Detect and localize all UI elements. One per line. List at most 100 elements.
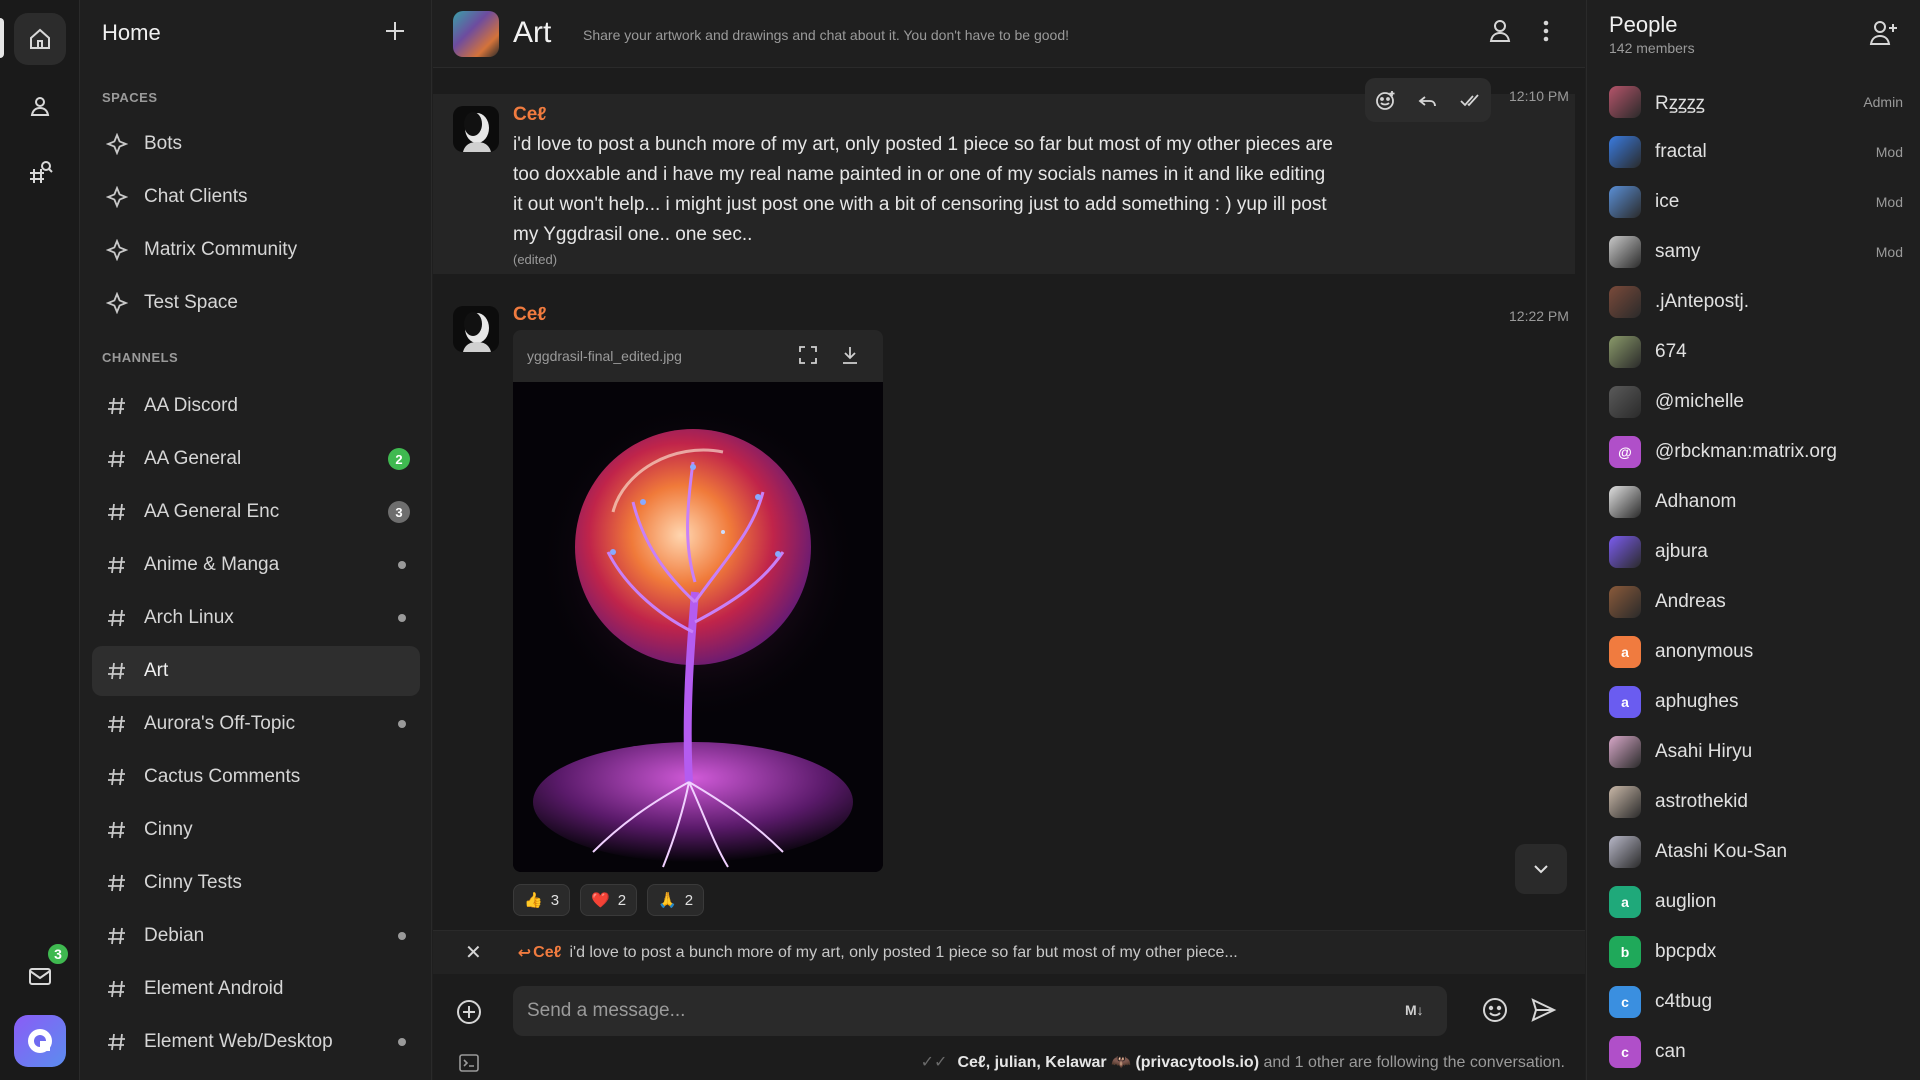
sender-avatar[interactable]	[453, 306, 499, 352]
channel-item[interactable]: Anime & Manga	[92, 540, 420, 590]
reaction-count: 3	[550, 891, 560, 909]
channel-item[interactable]: Cactus Comments	[92, 752, 420, 802]
member-name: astrothekid	[1655, 791, 1748, 812]
member-item[interactable]: b bpcpdx	[1609, 932, 1909, 972]
channel-item[interactable]: Element Android	[92, 964, 420, 1014]
space-item-label: Bots	[144, 133, 183, 154]
attachment-image[interactable]	[513, 382, 883, 872]
channel-item[interactable]: Aurora's Off-Topic	[92, 699, 420, 749]
member-item[interactable]: Asahi Hiryu	[1609, 732, 1909, 772]
member-item[interactable]: Atashi Kou-San	[1609, 832, 1909, 872]
reaction-heart[interactable]: ❤️ 2	[580, 884, 638, 916]
member-avatar: @	[1609, 436, 1641, 468]
message-sender[interactable]: Ceℓ	[513, 304, 547, 326]
member-item[interactable]: samy Mod	[1609, 232, 1909, 272]
hash-icon	[108, 1033, 125, 1051]
member-name: c4tbug	[1655, 991, 1713, 1012]
emoji-picker-button[interactable]	[1481, 996, 1509, 1024]
member-item[interactable]: astrothekid	[1609, 782, 1909, 822]
vertical-dots-icon	[1543, 20, 1549, 42]
member-item[interactable]: a aphughes	[1609, 682, 1909, 722]
space-item[interactable]: Chat Clients	[92, 172, 420, 222]
room-avatar[interactable]	[453, 11, 499, 57]
channel-item[interactable]: Art	[92, 646, 420, 696]
view-fullscreen-button[interactable]	[797, 344, 819, 366]
member-item[interactable]: fractal Mod	[1609, 132, 1909, 172]
room-options-button[interactable]	[1533, 18, 1559, 44]
space-item-label: Test Space	[144, 292, 238, 313]
hash-icon	[108, 556, 125, 574]
space-item[interactable]: Test Space	[92, 278, 420, 328]
space-icon	[106, 186, 128, 208]
member-name: @rbckman:matrix.org	[1655, 441, 1837, 462]
member-role: Admin	[1863, 94, 1903, 110]
channel-item[interactable]: Arch Linux	[92, 593, 420, 643]
member-item[interactable]: Adhanom	[1609, 482, 1909, 522]
user-menu-button[interactable]	[14, 1015, 66, 1067]
cinny-logo-icon	[28, 1029, 52, 1053]
jump-to-latest-button[interactable]	[1515, 844, 1567, 894]
channel-item-label: AA General	[144, 448, 242, 469]
reply-icon: ↩	[517, 944, 532, 962]
markdown-icon[interactable]: M↓	[1405, 1002, 1424, 1018]
hash-icon	[108, 450, 125, 468]
read-receipts-button[interactable]	[1459, 89, 1481, 111]
space-item[interactable]: Bots	[92, 119, 420, 169]
channel-item[interactable]: Debian	[92, 911, 420, 961]
channel-item[interactable]: AA Discord	[92, 381, 420, 431]
member-item[interactable]: @ @rbckman:matrix.org	[1609, 432, 1909, 472]
member-item[interactable]: c c4tbug	[1609, 982, 1909, 1022]
message-body: i'd love to post a bunch more of my art,…	[513, 134, 1333, 245]
hash-search-icon	[30, 161, 53, 183]
channel-item[interactable]: AA General 2	[92, 434, 420, 484]
hash-icon	[108, 715, 125, 733]
channel-item[interactable]: Cinny	[92, 805, 420, 855]
member-name: bpcpdx	[1655, 941, 1717, 962]
channel-item[interactable]: Element Web/Desktop	[92, 1017, 420, 1067]
attachment-filename: yggdrasil-final_edited.jpg	[527, 348, 682, 364]
add-reaction-button[interactable]	[1375, 89, 1397, 111]
home-button[interactable]	[14, 13, 66, 65]
message-input[interactable]	[513, 986, 1393, 1036]
explore-public-rooms-button[interactable]	[14, 147, 66, 199]
reactions-row: 👍 3 ❤️ 2 🙏 2	[513, 884, 705, 916]
add-room-button[interactable]	[382, 18, 408, 44]
channel-item[interactable]: AA General Enc 3	[92, 487, 420, 537]
member-item[interactable]: c can	[1609, 1032, 1909, 1072]
member-item[interactable]: 674	[1609, 332, 1909, 372]
sender-avatar[interactable]	[453, 106, 499, 152]
command-button[interactable]	[459, 1054, 479, 1072]
download-button[interactable]	[839, 344, 861, 366]
member-item[interactable]: .jAntepostj.	[1609, 282, 1909, 322]
chevron-down-icon	[1534, 865, 1548, 874]
room-title[interactable]: Art	[513, 16, 551, 50]
hash-icon	[108, 609, 125, 627]
cancel-reply-button[interactable]: ✕	[465, 940, 482, 965]
space-item[interactable]: Matrix Community	[92, 225, 420, 275]
member-item[interactable]: a auglion	[1609, 882, 1909, 922]
people-title: People	[1609, 12, 1678, 37]
unread-dot	[398, 561, 406, 569]
double-check-icon: ✓✓	[920, 1054, 948, 1071]
members-toggle-button[interactable]	[1487, 18, 1513, 44]
member-item[interactable]: @michelle	[1609, 382, 1909, 422]
member-item[interactable]: a anonymous	[1609, 632, 1909, 672]
reply-button[interactable]	[1417, 89, 1439, 111]
invite-user-button[interactable]	[1869, 18, 1899, 46]
channel-item[interactable]: Cinny Tests	[92, 858, 420, 908]
member-avatar	[1609, 736, 1641, 768]
member-item[interactable]: ice Mod	[1609, 182, 1909, 222]
reaction-count: 2	[617, 891, 627, 909]
member-role: Mod	[1875, 194, 1903, 210]
member-item[interactable]: ajbura	[1609, 532, 1909, 572]
reaction-pray[interactable]: 🙏 2	[647, 884, 705, 916]
invites-badge: 3	[46, 942, 70, 966]
send-button[interactable]	[1529, 996, 1557, 1024]
reaction-thumbs-up[interactable]: 👍 3	[513, 884, 571, 916]
message-sender[interactable]: Ceℓ	[513, 104, 547, 126]
upload-button[interactable]	[455, 998, 483, 1026]
member-item[interactable]: Andreas	[1609, 582, 1909, 622]
member-item[interactable]: Rꙁꙁꙁꙁ Admin	[1609, 82, 1909, 122]
direct-messages-button[interactable]	[14, 80, 66, 132]
room-topic[interactable]: Share your artwork and drawings and chat…	[583, 27, 1069, 43]
